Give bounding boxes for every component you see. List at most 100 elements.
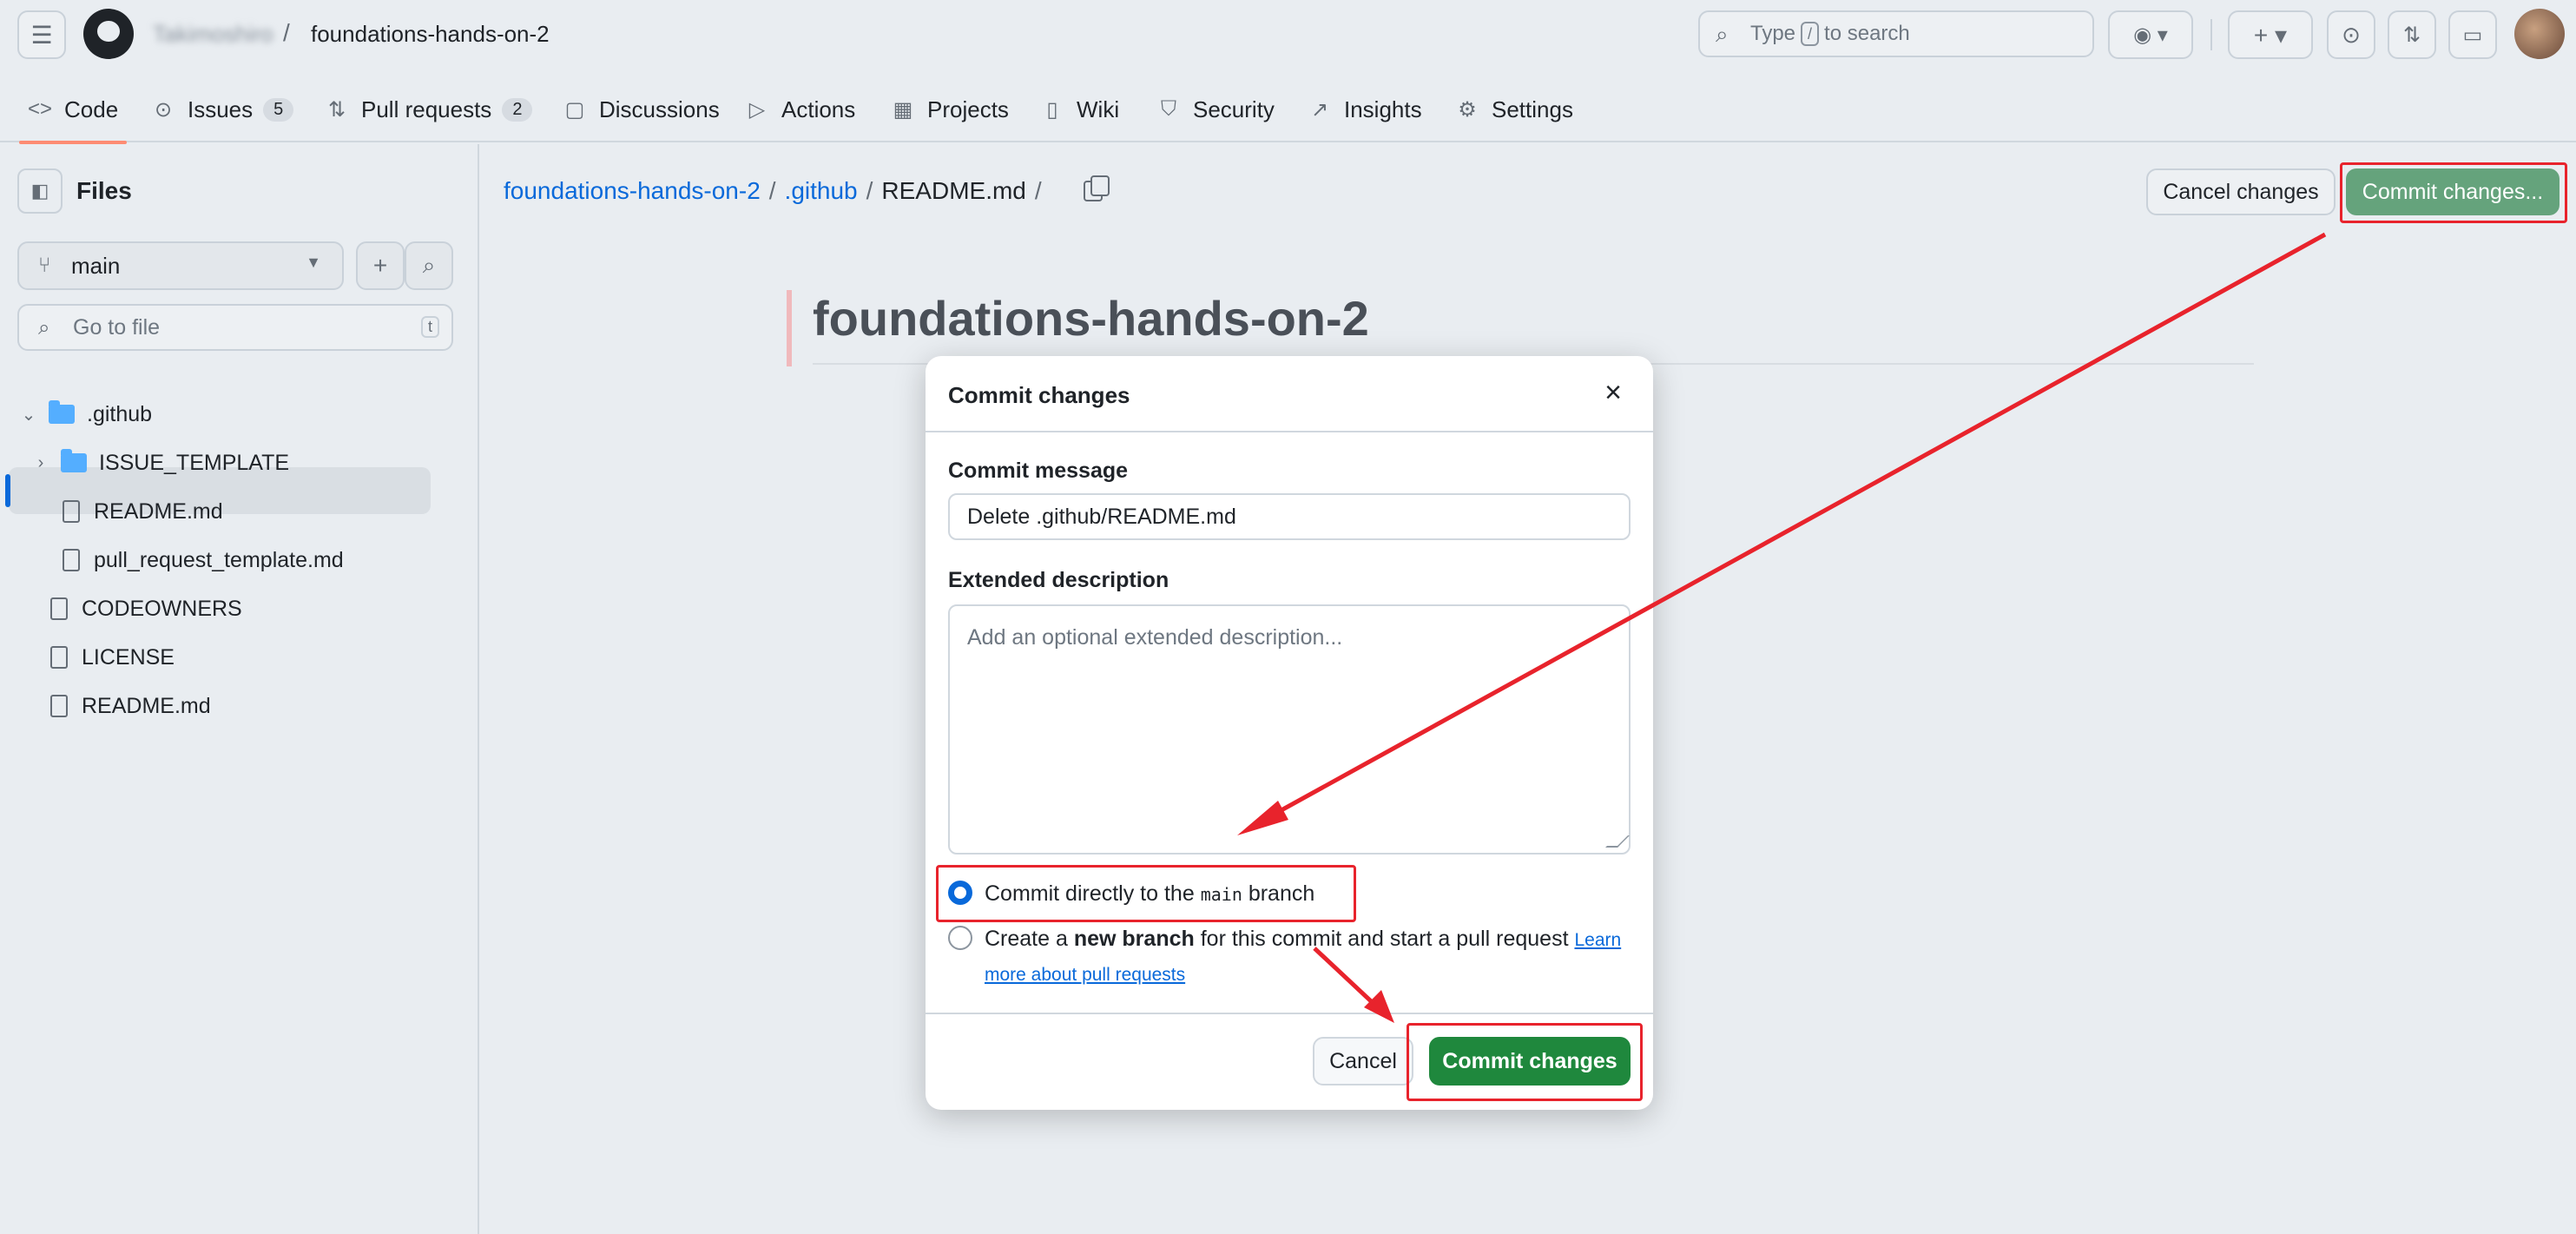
go-to-file-input[interactable]: ⌕ Go to file t <box>17 304 453 351</box>
new-branch-label[interactable]: Create a new branch for this commit and … <box>985 922 1627 992</box>
add-file-button[interactable]: + <box>356 241 405 290</box>
tree-folder-issue-template[interactable]: › ISSUE_TEMPLATE <box>30 441 289 485</box>
tree-file-github-readme[interactable]: README.md <box>63 490 223 533</box>
issues-button[interactable]: ⊙ <box>2327 10 2375 59</box>
copilot-button[interactable]: ◉ ▾ <box>2108 10 2193 59</box>
tab-label: Projects <box>927 96 1009 122</box>
extended-description-label: Extended description <box>948 568 1169 592</box>
file-icon <box>50 597 68 620</box>
tree-file-license[interactable]: LICENSE <box>50 636 175 679</box>
search-input[interactable]: ⌕ Type / to search <box>1698 10 2094 57</box>
chevron-right-icon[interactable]: › <box>30 453 52 473</box>
tree-item-label: README.md <box>82 693 211 718</box>
git-pull-request-icon: ⇅ <box>2402 23 2421 47</box>
new-branch-text-pre: Create a <box>985 927 1068 951</box>
tab-label: Actions <box>781 96 856 122</box>
tree-file-pull-request-template[interactable]: pull_request_template.md <box>63 538 344 582</box>
tree-folder-github[interactable]: ⌄ .github <box>17 393 152 436</box>
table-icon: ▦ <box>893 97 913 122</box>
repo-name-link[interactable]: foundations-hands-on-2 <box>311 21 550 48</box>
breadcrumb: foundations-hands-on-2 / .github / READM… <box>504 175 1110 205</box>
branch-selector[interactable]: ⑂ main ▼ <box>17 241 344 290</box>
tab-insights[interactable]: ↗ Insights <box>1308 89 1422 130</box>
search-icon: ⌕ <box>1716 21 1729 47</box>
tab-actions[interactable]: ▷ Actions <box>745 89 856 130</box>
inbox-icon: ▭ <box>2462 23 2483 47</box>
search-icon: ⌕ <box>38 316 50 340</box>
breadcrumb-repo-link[interactable]: foundations-hands-on-2 <box>504 177 761 205</box>
chevron-down-icon[interactable]: ⌄ <box>17 404 40 426</box>
search-suffix: to search <box>1824 22 1910 45</box>
breadcrumb-separator: / <box>1034 177 1042 204</box>
pull-requests-count-badge: 2 <box>502 97 533 122</box>
owner-repo-separator: / <box>283 19 290 46</box>
tab-code[interactable]: <> Code <box>18 89 128 144</box>
tab-label: Code <box>64 96 119 122</box>
tab-pull-requests[interactable]: ⇅ Pull requests 2 <box>325 89 533 130</box>
discussion-icon: ▢ <box>564 97 585 122</box>
commit-message-input[interactable]: Delete .github/README.md <box>948 493 1631 540</box>
create-new-button[interactable]: + ▾ <box>2228 10 2313 59</box>
cancel-changes-button[interactable]: Cancel changes <box>2146 168 2336 215</box>
tab-projects[interactable]: ▦ Projects <box>891 89 1009 130</box>
new-branch-text-bold: new branch <box>1073 927 1195 951</box>
tab-label: Security <box>1193 96 1275 122</box>
menu-button[interactable]: ☰ <box>17 10 66 59</box>
tree-file-codeowners[interactable]: CODEOWNERS <box>50 587 242 630</box>
tree-item-label: CODEOWNERS <box>82 596 242 621</box>
branch-name: main <box>71 252 121 279</box>
tree-item-label: LICENSE <box>82 644 175 670</box>
tree-item-label: README.md <box>94 498 223 524</box>
copilot-icon: ◉ ▾ <box>2133 23 2168 47</box>
collapse-sidebar-button[interactable]: ◧ <box>17 168 63 214</box>
annotation-box-direct-commit <box>936 865 1356 922</box>
hamburger-icon: ☰ <box>30 21 53 49</box>
tab-label: Insights <box>1344 96 1422 122</box>
top-bar: ☰ Takimoshiro / foundations-hands-on-2 ⌕… <box>0 0 2576 71</box>
tab-settings[interactable]: ⚙ Settings <box>1455 89 1573 130</box>
commit-message-label: Commit message <box>948 459 1129 483</box>
dialog-title: Commit changes <box>948 382 1130 408</box>
copy-path-icon[interactable] <box>1083 175 1110 201</box>
issue-opened-icon: ⊙ <box>2342 21 2361 48</box>
pull-requests-button[interactable]: ⇅ <box>2388 10 2436 59</box>
tab-issues[interactable]: ⊙ Issues 5 <box>151 89 294 130</box>
tab-discussions[interactable]: ▢ Discussions <box>563 89 720 130</box>
code-icon: <> <box>27 97 53 121</box>
book-icon: ▯ <box>1046 97 1058 122</box>
go-to-file-shortcut-key: t <box>420 316 439 338</box>
user-avatar[interactable] <box>2514 9 2565 59</box>
extended-description-textarea[interactable]: Add an optional extended description... <box>948 604 1631 855</box>
deleted-content-marker <box>787 290 792 366</box>
git-branch-icon: ⑂ <box>38 254 51 277</box>
tab-wiki[interactable]: ▯ Wiki <box>1040 89 1119 130</box>
file-icon <box>50 646 68 669</box>
search-files-button[interactable]: ⌕ <box>405 241 453 290</box>
search-prefix: Type <box>1750 22 1796 45</box>
inbox-button[interactable]: ▭ <box>2448 10 2497 59</box>
learn-more-link-cont[interactable]: more about pull requests <box>985 965 1185 985</box>
breadcrumb-separator: / <box>768 177 776 204</box>
resize-handle-icon[interactable] <box>1605 835 1630 848</box>
close-icon[interactable]: × <box>1596 375 1631 410</box>
graph-icon: ↗ <box>1310 97 1329 122</box>
gear-icon: ⚙ <box>1458 97 1477 122</box>
breadcrumb-file: README.md <box>881 177 1026 204</box>
dialog-header: Commit changes × <box>926 356 1653 432</box>
files-heading: Files <box>76 177 132 204</box>
tree-file-readme[interactable]: README.md <box>50 684 211 728</box>
repo-nav-tabs: <> Code ⊙ Issues 5 ⇅ Pull requests 2 ▢ D… <box>0 80 2576 144</box>
tab-security[interactable]: ⛉ Security <box>1156 89 1275 130</box>
new-branch-radio[interactable] <box>948 926 972 950</box>
extended-description-placeholder: Add an optional extended description... <box>967 625 1343 650</box>
file-icon <box>63 500 80 523</box>
github-logo-icon[interactable] <box>83 9 134 59</box>
tab-label: Wiki <box>1077 96 1120 122</box>
tab-label: Pull requests <box>361 96 492 122</box>
learn-more-link[interactable]: Learn <box>1574 930 1621 950</box>
dialog-cancel-button[interactable]: Cancel <box>1313 1037 1413 1086</box>
readme-heading: foundations-hands-on-2 <box>813 291 1369 346</box>
breadcrumb-folder-link[interactable]: .github <box>785 177 858 205</box>
owner-name[interactable]: Takimoshiro <box>153 21 273 48</box>
dialog-footer-divider <box>926 1013 1653 1014</box>
